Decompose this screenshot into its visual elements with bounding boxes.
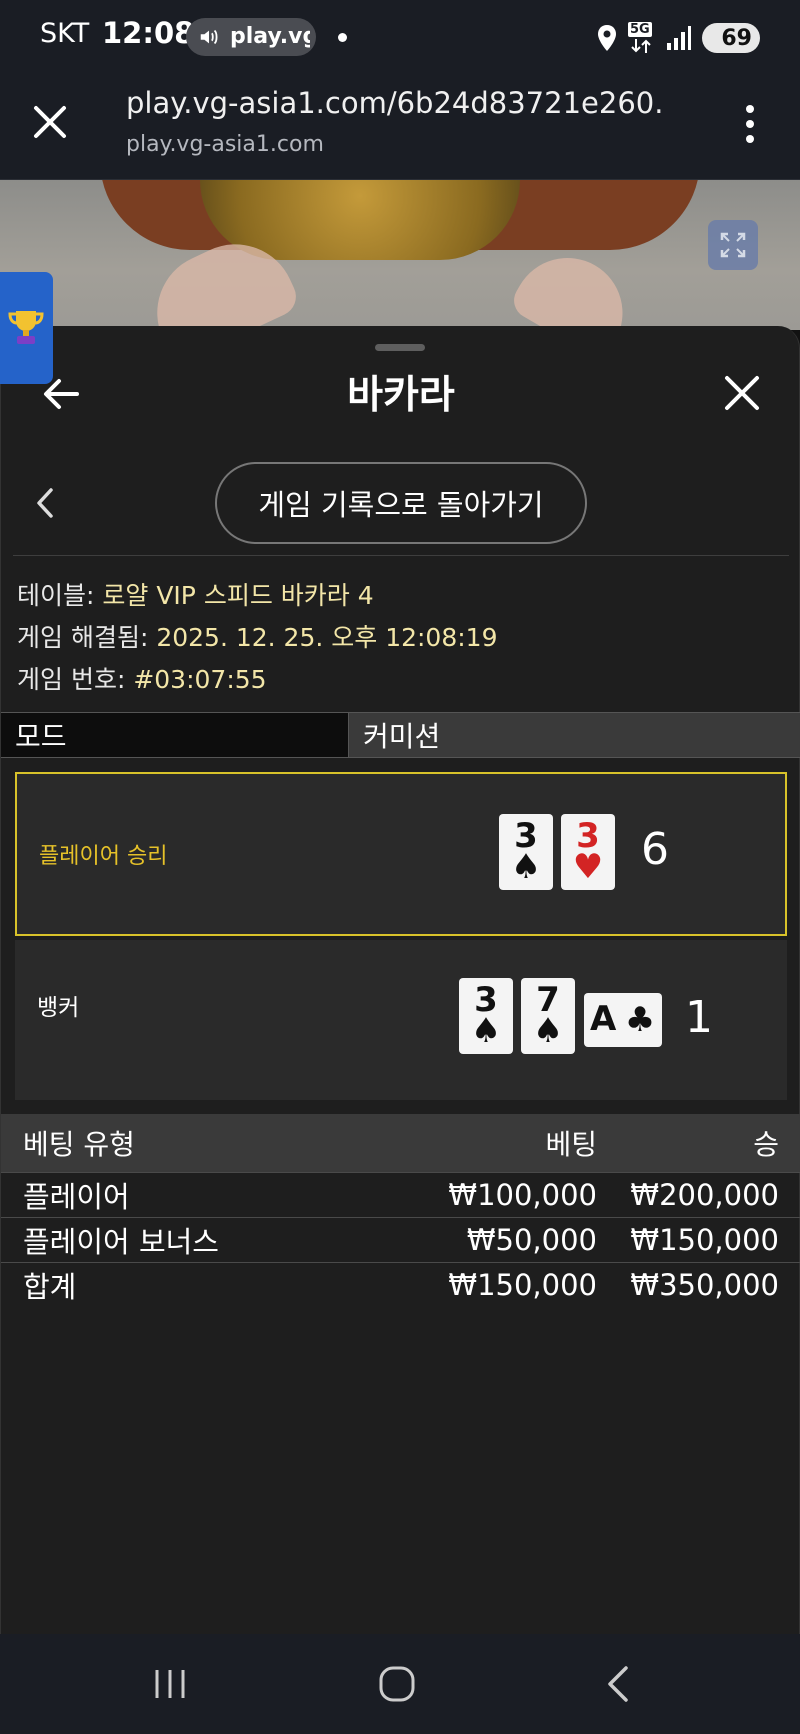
carrier-label: SKT bbox=[40, 18, 90, 49]
sheet-title: 바카라 bbox=[347, 373, 455, 418]
location-icon bbox=[598, 25, 616, 51]
browser-toolbar: play.vg-asia1.com/6b24d83721e260... play… bbox=[0, 76, 800, 180]
banker-score: 1 bbox=[685, 992, 713, 1043]
player-card: 3 ♥ bbox=[561, 814, 615, 890]
banker-result-label: 뱅커 bbox=[37, 995, 80, 1021]
win-amount-header: 승 bbox=[753, 1128, 779, 1161]
resolved-info: 게임 해결됨: 2025. 12. 25. 오후 12:08:19 bbox=[17, 618, 497, 654]
back-to-history-button[interactable]: 게임 기록으로 돌아가기 bbox=[215, 462, 587, 544]
banker-card: 3 ♠ bbox=[459, 978, 513, 1054]
resolved-label: 게임 해결됨: bbox=[17, 623, 157, 652]
close-tab-icon[interactable] bbox=[30, 102, 70, 142]
spade-icon: ♠ bbox=[470, 1011, 502, 1051]
total-win: ₩350,000 bbox=[630, 1267, 779, 1302]
fullscreen-button[interactable] bbox=[708, 220, 758, 270]
total-label: 합계 bbox=[23, 1269, 77, 1304]
speaker-icon bbox=[200, 29, 218, 45]
player-result: 플레이어 승리 3 ♠ 3 ♥ 6 bbox=[15, 772, 787, 936]
sheet-drag-handle[interactable] bbox=[375, 344, 425, 351]
card-rank: A bbox=[590, 999, 617, 1039]
game-number-value: #03:07:55 bbox=[133, 665, 267, 694]
network-5g-icon: 5G bbox=[628, 22, 656, 54]
win-amount: ₩150,000 bbox=[630, 1222, 779, 1257]
chevron-left-icon[interactable] bbox=[33, 486, 59, 520]
home-icon[interactable] bbox=[378, 1664, 416, 1704]
mode-row: 모드 커미션 bbox=[1, 712, 800, 758]
status-icons: 5G 69 bbox=[596, 20, 760, 56]
game-detail-sheet: 바카라 게임 기록으로 돌아가기 테이블: 로얄 VIP 스피드 바카라 4 게… bbox=[0, 326, 800, 1634]
club-icon: ♣ bbox=[624, 1000, 656, 1040]
spade-icon: ♠ bbox=[510, 847, 542, 887]
media-chip[interactable]: play.vg bbox=[186, 18, 316, 56]
banker-card: 7 ♠ bbox=[521, 978, 575, 1054]
win-amount: ₩200,000 bbox=[630, 1177, 779, 1212]
resolved-value: 2025. 12. 25. 오후 12:08:19 bbox=[156, 623, 498, 652]
total-bet: ₩150,000 bbox=[448, 1267, 597, 1302]
battery-level: 69 bbox=[721, 25, 752, 51]
bet-type: 플레이어 bbox=[23, 1179, 130, 1214]
bet-amount-header: 베팅 bbox=[545, 1128, 597, 1161]
signal-icon bbox=[667, 26, 691, 50]
trophy-icon bbox=[8, 311, 44, 344]
mode-value: 커미션 bbox=[349, 713, 800, 757]
spade-icon: ♠ bbox=[532, 1011, 564, 1051]
live-video[interactable] bbox=[0, 180, 800, 330]
data-arrows-icon bbox=[631, 39, 651, 53]
notification-dot bbox=[338, 33, 347, 42]
more-options-icon[interactable] bbox=[740, 102, 760, 146]
back-nav-icon[interactable] bbox=[604, 1664, 634, 1704]
heart-icon: ♥ bbox=[572, 847, 604, 887]
bets-table-header: 베팅 유형 베팅 승 bbox=[1, 1114, 800, 1172]
table-value: 로얄 VIP 스피드 바카라 4 bbox=[102, 581, 374, 610]
media-chip-text: play.vg bbox=[230, 24, 310, 49]
status-bar: SKT 12:08 play.vg 5G 69 bbox=[0, 0, 800, 76]
system-nav-bar bbox=[0, 1634, 800, 1734]
network-type: 5G bbox=[628, 22, 652, 37]
player-card: 3 ♠ bbox=[499, 814, 553, 890]
game-number-label: 게임 번호: bbox=[17, 665, 134, 694]
battery-indicator: 69 bbox=[702, 23, 760, 53]
table-row: 플레이어 ₩100,000 ₩200,000 bbox=[1, 1172, 800, 1216]
expand-icon bbox=[720, 232, 746, 258]
leaderboard-tab[interactable] bbox=[0, 272, 53, 384]
url-domain: play.vg-asia1.com bbox=[126, 132, 324, 157]
video-hand bbox=[507, 237, 643, 330]
bet-amount: ₩100,000 bbox=[448, 1177, 597, 1212]
close-icon[interactable] bbox=[723, 374, 761, 412]
table-info: 테이블: 로얄 VIP 스피드 바카라 4 bbox=[17, 576, 374, 612]
clock: 12:08 bbox=[102, 16, 195, 50]
bet-amount: ₩50,000 bbox=[466, 1222, 597, 1257]
banker-card-sideways: A ♣ bbox=[584, 993, 662, 1047]
player-score: 6 bbox=[641, 824, 669, 875]
table-label: 테이블: bbox=[17, 581, 103, 610]
player-result-label: 플레이어 승리 bbox=[39, 844, 168, 869]
mode-label: 모드 bbox=[1, 713, 349, 757]
total-row: 합계 ₩150,000 ₩350,000 bbox=[1, 1262, 800, 1306]
game-number-info: 게임 번호: #03:07:55 bbox=[17, 660, 267, 696]
divider bbox=[13, 555, 789, 556]
recent-apps-icon[interactable] bbox=[152, 1666, 188, 1702]
url-title[interactable]: play.vg-asia1.com/6b24d83721e260... bbox=[126, 86, 666, 120]
bet-type: 플레이어 보너스 bbox=[23, 1224, 219, 1259]
bet-type-header: 베팅 유형 bbox=[23, 1128, 135, 1161]
table-row: 플레이어 보너스 ₩50,000 ₩150,000 bbox=[1, 1217, 800, 1261]
banker-result: 뱅커 3 ♠ 7 ♠ A ♣ 1 bbox=[15, 940, 787, 1100]
